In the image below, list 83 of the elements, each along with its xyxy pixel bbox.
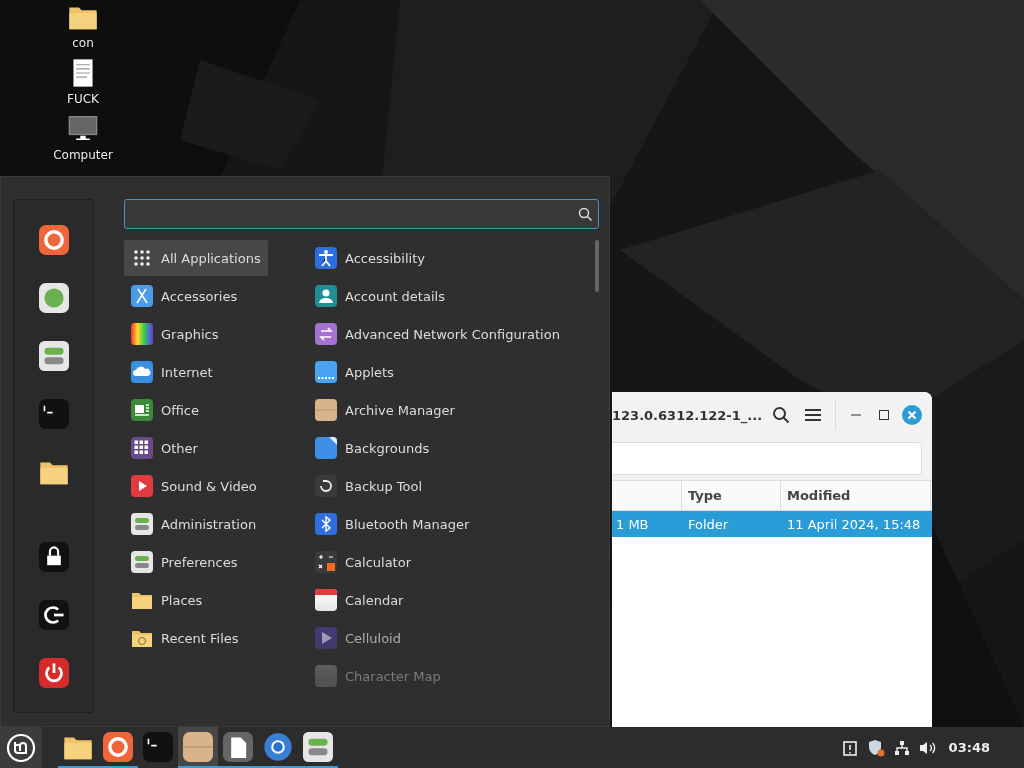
network-button[interactable]	[892, 738, 911, 757]
app-item[interactable]: Celluloid	[308, 620, 408, 656]
grid-icon	[131, 247, 153, 269]
power-icon	[38, 658, 69, 688]
menu-button[interactable]	[0, 727, 42, 768]
document-icon	[223, 731, 253, 762]
terminal-icon	[38, 399, 69, 429]
user-icon	[315, 285, 337, 307]
search-icon	[578, 207, 592, 221]
clipboard-button[interactable]	[840, 738, 859, 757]
table-cell-text: 1 MB	[615, 515, 650, 534]
volume-icon	[918, 739, 937, 756]
calculator-icon	[315, 551, 337, 573]
scrollbar-thumb[interactable]	[595, 240, 599, 292]
category-item[interactable]: Office	[124, 392, 206, 428]
person-icon	[315, 247, 337, 269]
category-item[interactable]: Places	[124, 582, 210, 618]
icon-label[interactable]: con	[72, 36, 94, 50]
close-icon	[902, 405, 922, 425]
restore-icon	[315, 475, 337, 497]
arrows-icon	[315, 323, 337, 345]
rainbow-icon	[131, 323, 153, 345]
lock-icon	[38, 542, 69, 572]
category-item[interactable]: All Applications	[124, 240, 268, 276]
app-item[interactable]: Account details	[308, 278, 452, 314]
app-item[interactable]: Calculator	[308, 544, 418, 580]
toggle-icon	[131, 513, 153, 535]
maximize-icon	[879, 410, 889, 420]
grid-icon	[131, 437, 153, 459]
app-item[interactable]: Backup Tool	[308, 468, 430, 504]
category-item[interactable]: Internet	[124, 354, 220, 390]
app-item[interactable]: Archive Manager	[308, 392, 462, 428]
table-cell-text: 11 April 2024, 15:48	[786, 515, 922, 534]
menu-icon	[805, 408, 821, 422]
play-icon	[131, 475, 153, 497]
logout-icon	[38, 600, 69, 630]
app-item[interactable]: Accessibility	[308, 240, 432, 276]
app-item[interactable]: Calendar	[308, 582, 411, 618]
play-icon	[315, 627, 337, 649]
app-item[interactable]: Backgrounds	[308, 430, 437, 466]
scissors-icon	[131, 285, 153, 307]
apps-icon	[38, 283, 69, 313]
category-item[interactable]: Preferences	[124, 544, 245, 580]
cloud-icon	[131, 361, 153, 383]
box-icon	[315, 399, 337, 421]
category-item[interactable]: Sound & Video	[124, 468, 264, 504]
app-icon	[315, 665, 337, 687]
search-field[interactable]	[124, 199, 599, 229]
app-item[interactable]: Advanced Network Configuration	[308, 316, 567, 352]
window-title: 123.0.6312.122-1_...	[612, 407, 763, 423]
category-item[interactable]: Administration	[124, 506, 264, 542]
toggle-icon	[303, 731, 333, 762]
minimize-icon	[851, 414, 861, 416]
network-icon	[893, 739, 910, 756]
browser-icon	[103, 731, 133, 762]
column-header[interactable]: Modified	[781, 481, 931, 510]
calendar-icon	[315, 589, 337, 611]
app-item[interactable]: Bluetooth Manager	[308, 506, 477, 542]
logo-icon	[6, 732, 36, 763]
category-item[interactable]: Recent Files	[124, 620, 246, 656]
page-icon	[315, 437, 337, 459]
panel-icon	[315, 361, 337, 383]
category-item[interactable]: Accessories	[124, 278, 245, 314]
document-icon	[131, 399, 153, 421]
clock[interactable]: 03:48	[948, 740, 990, 755]
terminal-icon	[143, 731, 173, 762]
bluetooth-icon	[315, 513, 337, 535]
toggle-icon	[38, 341, 69, 371]
category-item[interactable]: Graphics	[124, 316, 226, 352]
table-cell-text: Folder	[687, 515, 730, 534]
path-field[interactable]	[612, 442, 922, 475]
search-icon	[772, 406, 790, 424]
icon-label[interactable]: FUCK	[67, 92, 99, 106]
category-item[interactable]: Other	[124, 430, 205, 466]
browser-icon	[38, 225, 69, 255]
column-header[interactable]: Type	[682, 481, 781, 510]
app-item[interactable]: Applets	[308, 354, 401, 390]
icon-label[interactable]: Computer	[53, 148, 113, 162]
toggle-icon	[131, 551, 153, 573]
box-icon	[183, 731, 213, 762]
shield-icon	[866, 738, 885, 757]
shield-button[interactable]	[866, 738, 885, 757]
clipboard-icon	[842, 739, 857, 756]
